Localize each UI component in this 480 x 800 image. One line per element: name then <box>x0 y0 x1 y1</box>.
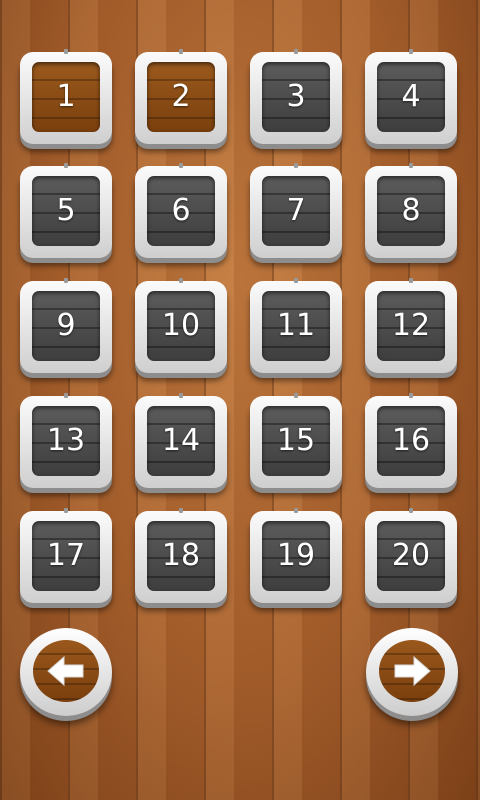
level-number: 8 <box>401 193 421 228</box>
level-tile-16[interactable]: 16 <box>365 393 457 488</box>
tile-nail-icon <box>409 278 413 283</box>
level-tile-19[interactable]: 19 <box>250 508 342 603</box>
level-tile-13[interactable]: 13 <box>20 393 112 488</box>
level-number: 16 <box>391 423 431 458</box>
arrow-left-icon <box>47 655 84 687</box>
level-tile-1[interactable]: 1 <box>20 49 112 144</box>
tile-nail-icon <box>179 163 183 168</box>
level-number: 14 <box>161 423 201 458</box>
level-tile-4[interactable]: 4 <box>365 49 457 144</box>
level-tile-face: 7 <box>262 176 330 246</box>
level-tile-face: 17 <box>32 521 100 591</box>
tile-nail-icon <box>179 49 183 54</box>
level-tile-face: 11 <box>262 291 330 361</box>
level-tile-face: 14 <box>147 406 215 476</box>
level-number: 5 <box>56 193 76 228</box>
level-number: 7 <box>286 193 306 228</box>
level-tile-face: 5 <box>32 176 100 246</box>
level-number: 13 <box>46 423 86 458</box>
tile-nail-icon <box>64 49 68 54</box>
level-number: 11 <box>276 308 316 343</box>
level-number: 10 <box>161 308 201 343</box>
next-page-button-face <box>379 640 445 702</box>
level-tile-11[interactable]: 11 <box>250 278 342 373</box>
level-number: 9 <box>56 308 76 343</box>
arrow-right-icon <box>394 655 431 687</box>
level-number: 3 <box>286 79 306 114</box>
tile-nail-icon <box>409 163 413 168</box>
tile-nail-icon <box>294 49 298 54</box>
level-tile-8[interactable]: 8 <box>365 163 457 258</box>
level-tile-10[interactable]: 10 <box>135 278 227 373</box>
level-tile-2[interactable]: 2 <box>135 49 227 144</box>
level-tile-face: 15 <box>262 406 330 476</box>
tile-nail-icon <box>294 278 298 283</box>
level-tile-face: 18 <box>147 521 215 591</box>
level-number: 6 <box>171 193 191 228</box>
level-number: 4 <box>401 79 421 114</box>
level-tile-12[interactable]: 12 <box>365 278 457 373</box>
level-grid: 1 2 3 4 5 6 7 8 9 10 11 12 13 14 15 16 17 18 19 20 <box>0 0 480 620</box>
level-number: 17 <box>46 538 86 573</box>
level-number: 12 <box>391 308 431 343</box>
level-number: 2 <box>171 79 191 114</box>
level-tile-face: 12 <box>377 291 445 361</box>
tile-nail-icon <box>64 278 68 283</box>
level-tile-face: 1 <box>32 62 100 132</box>
level-tile-18[interactable]: 18 <box>135 508 227 603</box>
level-number: 1 <box>56 79 76 114</box>
level-tile-face: 20 <box>377 521 445 591</box>
level-tile-5[interactable]: 5 <box>20 163 112 258</box>
level-tile-face: 10 <box>147 291 215 361</box>
level-tile-20[interactable]: 20 <box>365 508 457 603</box>
next-page-button[interactable] <box>366 628 458 716</box>
level-tile-face: 13 <box>32 406 100 476</box>
level-tile-face: 6 <box>147 176 215 246</box>
tile-nail-icon <box>294 508 298 513</box>
level-tile-face: 4 <box>377 62 445 132</box>
level-tile-9[interactable]: 9 <box>20 278 112 373</box>
tile-nail-icon <box>64 508 68 513</box>
level-tile-17[interactable]: 17 <box>20 508 112 603</box>
level-tile-face: 19 <box>262 521 330 591</box>
level-tile-face: 16 <box>377 406 445 476</box>
level-tile-6[interactable]: 6 <box>135 163 227 258</box>
level-tile-face: 3 <box>262 62 330 132</box>
level-tile-face: 9 <box>32 291 100 361</box>
previous-page-button-face <box>33 640 99 702</box>
tile-nail-icon <box>409 49 413 54</box>
tile-nail-icon <box>64 393 68 398</box>
level-tile-15[interactable]: 15 <box>250 393 342 488</box>
level-number: 19 <box>276 538 316 573</box>
tile-nail-icon <box>64 163 68 168</box>
tile-nail-icon <box>179 278 183 283</box>
tile-nail-icon <box>294 393 298 398</box>
level-tile-3[interactable]: 3 <box>250 49 342 144</box>
level-tile-face: 2 <box>147 62 215 132</box>
previous-page-button[interactable] <box>20 628 112 716</box>
tile-nail-icon <box>294 163 298 168</box>
tile-nail-icon <box>179 508 183 513</box>
level-tile-7[interactable]: 7 <box>250 163 342 258</box>
tile-nail-icon <box>179 393 183 398</box>
level-number: 18 <box>161 538 201 573</box>
level-tile-14[interactable]: 14 <box>135 393 227 488</box>
level-number: 15 <box>276 423 316 458</box>
level-number: 20 <box>391 538 431 573</box>
level-tile-face: 8 <box>377 176 445 246</box>
tile-nail-icon <box>409 393 413 398</box>
tile-nail-icon <box>409 508 413 513</box>
